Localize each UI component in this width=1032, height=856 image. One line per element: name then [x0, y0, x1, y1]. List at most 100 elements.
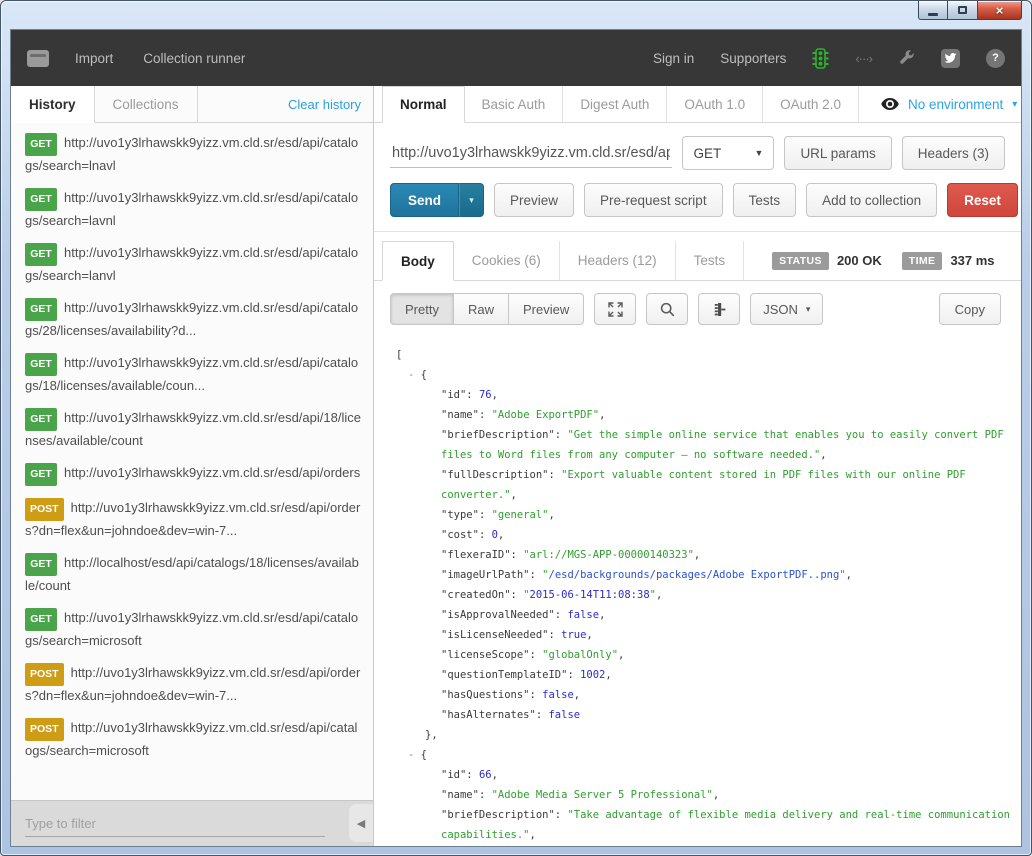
history-url: http://localhost/esd/api/catalogs/18/lic… [25, 555, 359, 593]
fold-toggle-icon[interactable]: - [408, 749, 421, 761]
collapse-left-icon: ◀ [357, 817, 365, 830]
collapse-format-button[interactable] [698, 293, 740, 325]
close-icon: × [996, 3, 1004, 18]
history-item[interactable]: GEThttp://uvo1y3lrhawskk9yizz.vm.cld.sr/… [11, 457, 373, 492]
response-body-json[interactable]: [- {"id": 76,"name": "Adobe ExportPDF","… [374, 337, 1021, 846]
help-icon[interactable]: ? [986, 49, 1005, 68]
view-mode-group: Pretty Raw Preview [390, 293, 584, 325]
json-token: : [479, 789, 492, 801]
environment-selector[interactable]: No environment ▾ [881, 86, 1017, 122]
sidebar-collapse-handle[interactable]: ◀ [349, 804, 373, 842]
json-token: "isApprovalNeeded" [441, 609, 555, 621]
tab-digest-auth[interactable]: Digest Auth [563, 86, 667, 122]
tab-oauth-1[interactable]: OAuth 1.0 [667, 86, 763, 122]
json-token: : [466, 389, 479, 401]
tab-tests[interactable]: Tests [676, 241, 745, 280]
wrench-icon[interactable] [898, 50, 915, 67]
json-token: 66 [479, 769, 492, 781]
expand-button[interactable] [594, 293, 636, 325]
url-input[interactable] [390, 139, 672, 168]
history-item[interactable]: GEThttp://uvo1y3lrhawskk9yizz.vm.cld.sr/… [11, 237, 373, 292]
method-select[interactable]: GET ▼ [682, 136, 774, 170]
close-button[interactable]: × [978, 1, 1022, 20]
history-item[interactable]: GEThttp://uvo1y3lrhawskk9yizz.vm.cld.sr/… [11, 127, 373, 182]
json-token: : [511, 589, 524, 601]
json-token: : [530, 689, 543, 701]
history-item[interactable]: GEThttp://uvo1y3lrhawskk9yizz.vm.cld.sr/… [11, 292, 373, 347]
json-line: "name": "Adobe Media Server 5 Profession… [396, 785, 1013, 805]
history-item[interactable]: GEThttp://uvo1y3lrhawskk9yizz.vm.cld.sr/… [11, 182, 373, 237]
traffic-light-icon[interactable] [812, 48, 829, 69]
sign-in-button[interactable]: Sign in [653, 51, 694, 66]
json-line: "briefDescription": "Get the simple onli… [396, 425, 1013, 445]
json-token: : [548, 629, 561, 641]
send-button[interactable]: Send [390, 183, 459, 217]
main-columns: History Collections Clear history GEThtt… [11, 86, 1021, 846]
method-badge: GET [25, 353, 57, 376]
twitter-icon[interactable] [941, 49, 960, 68]
json-token: : [530, 569, 543, 581]
preview-button[interactable]: Preview [494, 183, 574, 217]
json-line: "isLicenseNeeded": true, [396, 625, 1013, 645]
format-select[interactable]: JSON ▾ [750, 293, 823, 325]
response-tabs: Body Cookies (6) Headers (12) Tests STAT… [374, 241, 1021, 281]
expand-icon [608, 302, 623, 317]
json-token: : [555, 429, 568, 441]
window-titlebar[interactable]: × [1, 1, 1031, 29]
tab-collections[interactable]: Collections [95, 86, 198, 122]
restore-button[interactable] [948, 1, 978, 20]
json-token: "licenseScope" [441, 649, 530, 661]
code-icon[interactable]: ‹···› [855, 51, 872, 66]
history-item[interactable]: GEThttp://localhost/esd/api/catalogs/18/… [11, 547, 373, 602]
response-meta: STATUS 200 OK TIME 337 ms [772, 241, 1006, 280]
import-button[interactable]: Import [75, 51, 113, 66]
collection-runner-button[interactable]: Collection runner [143, 51, 245, 66]
pretty-button[interactable]: Pretty [390, 293, 454, 325]
preview-view-button[interactable]: Preview [508, 293, 584, 325]
tab-cookies[interactable]: Cookies (6) [454, 241, 560, 280]
history-item[interactable]: POSThttp://uvo1y3lrhawskk9yizz.vm.cld.sr… [11, 657, 373, 712]
history-item[interactable]: GEThttp://uvo1y3lrhawskk9yizz.vm.cld.sr/… [11, 402, 373, 457]
json-token: true [561, 629, 586, 641]
send-options-button[interactable]: ▾ [459, 183, 484, 217]
prerequest-script-button[interactable]: Pre-request script [584, 183, 723, 217]
tab-oauth-2[interactable]: OAuth 2.0 [763, 86, 859, 122]
tests-button[interactable]: Tests [733, 183, 797, 217]
history-url: http://uvo1y3lrhawskk9yizz.vm.cld.sr/esd… [25, 410, 361, 448]
window-controls: × [918, 1, 1022, 20]
request-builder: GET ▼ URL params Headers (3) Send ▾ [374, 123, 1021, 232]
supporters-button[interactable]: Supporters [720, 51, 786, 66]
tab-body[interactable]: Body [382, 241, 454, 281]
history-item[interactable]: GEThttp://uvo1y3lrhawskk9yizz.vm.cld.sr/… [11, 602, 373, 657]
json-token: : [536, 709, 549, 721]
tab-history[interactable]: History [11, 86, 95, 123]
fold-toggle-icon[interactable]: - [408, 369, 421, 381]
clear-history-link[interactable]: Clear history [276, 86, 373, 122]
json-line: [ [396, 345, 1013, 365]
headers-button[interactable]: Headers (3) [902, 136, 1005, 170]
add-to-collection-button[interactable]: Add to collection [806, 183, 937, 217]
json-token: , [492, 769, 498, 781]
history-item[interactable]: POSThttp://uvo1y3lrhawskk9yizz.vm.cld.sr… [11, 712, 373, 767]
history-item[interactable]: POSThttp://uvo1y3lrhawskk9yizz.vm.cld.sr… [11, 492, 373, 547]
request-panel: Normal Basic Auth Digest Auth OAuth 1.0 … [374, 86, 1021, 846]
tab-headers[interactable]: Headers (12) [560, 241, 676, 280]
search-button[interactable] [646, 293, 688, 325]
collapse-format-icon [712, 302, 727, 317]
method-badge: POST [25, 498, 64, 521]
filter-input[interactable] [25, 811, 325, 837]
minimize-button[interactable] [918, 1, 948, 20]
search-icon [660, 302, 675, 317]
window: × Import Collection runner Sign in Suppo… [0, 0, 1032, 856]
json-token: : [555, 609, 568, 621]
tab-normal[interactable]: Normal [382, 86, 465, 123]
history-url: http://uvo1y3lrhawskk9yizz.vm.cld.sr/esd… [25, 300, 358, 338]
url-params-button[interactable]: URL params [784, 136, 891, 170]
reset-button[interactable]: Reset [947, 183, 1018, 217]
raw-button[interactable]: Raw [453, 293, 509, 325]
collections-drawer-icon[interactable] [27, 50, 49, 67]
copy-button[interactable]: Copy [939, 293, 1001, 325]
tab-basic-auth[interactable]: Basic Auth [465, 86, 564, 122]
json-line: capabilities.", [396, 825, 1013, 845]
history-item[interactable]: GEThttp://uvo1y3lrhawskk9yizz.vm.cld.sr/… [11, 347, 373, 402]
